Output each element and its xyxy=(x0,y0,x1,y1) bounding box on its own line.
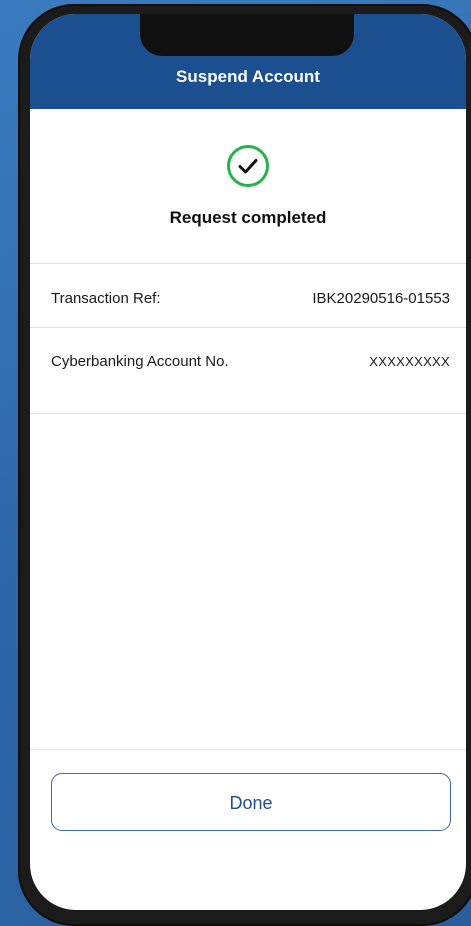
phone-screen: Suspend Account Request completed Transa… xyxy=(30,14,466,910)
detail-row-transaction-ref: Transaction Ref: IBK20290516-01553 xyxy=(30,264,466,328)
account-number-label: Cyberbanking Account No. xyxy=(51,353,229,370)
page-title: Suspend Account xyxy=(176,67,320,86)
account-number-value: XXXXXXXXX xyxy=(369,354,450,369)
status-message: Request completed xyxy=(169,208,327,227)
phone-frame: Suspend Account Request completed Transa… xyxy=(18,4,471,926)
phone-notch xyxy=(140,14,354,56)
check-circle-icon xyxy=(227,145,269,187)
status-section: Request completed xyxy=(30,109,466,264)
footer-divider xyxy=(30,749,466,750)
navigation-bar: Suspend Account xyxy=(30,14,466,109)
transaction-ref-value: IBK20290516-01553 xyxy=(312,290,450,307)
transaction-ref-label: Transaction Ref: xyxy=(51,290,161,307)
done-button[interactable]: Done xyxy=(51,773,451,831)
detail-row-account-number: Cyberbanking Account No. XXXXXXXXX xyxy=(30,328,466,414)
